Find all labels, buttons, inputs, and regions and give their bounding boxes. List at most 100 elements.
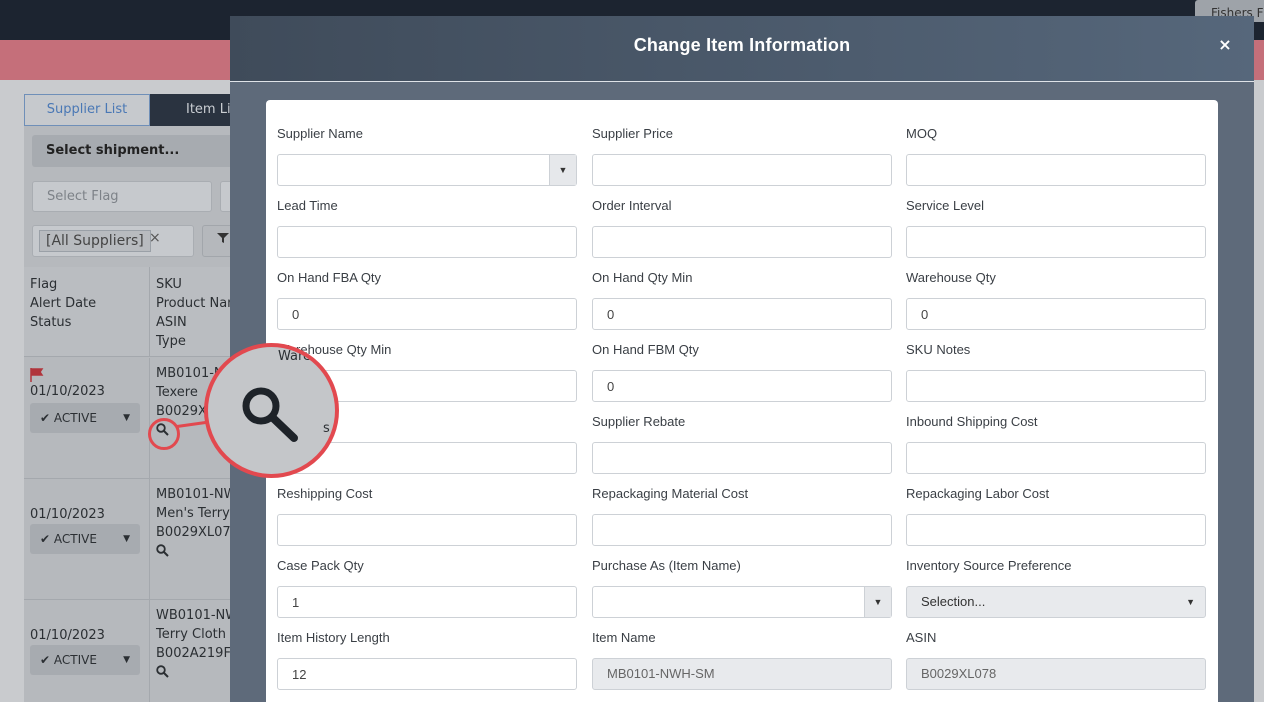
sku-text: MB0101-NWH	[156, 487, 244, 502]
reshipping-cost-input[interactable]	[277, 514, 577, 546]
field-lead-time: Lead Time	[277, 196, 577, 258]
select-shipment-dropdown[interactable]: Select shipment...	[32, 135, 242, 167]
inventory-source-preference-select-value: Selection...	[921, 594, 986, 609]
status-label: ACTIVE	[53, 532, 97, 546]
supplier-tag: [All Suppliers]	[39, 230, 151, 252]
asin-text: B002A219F	[156, 646, 231, 661]
header-status: Status	[30, 315, 72, 330]
field-on-hand-fba-qty: On Hand FBA Qty	[277, 268, 577, 330]
field-case-pack-qty: Case Pack Qty	[277, 556, 577, 618]
service-level-label: Service Level	[906, 198, 985, 213]
field-service-level: Service Level	[906, 196, 1206, 258]
order-interval-input[interactable]	[592, 226, 892, 258]
reshipping-cost-label: Reshipping Cost	[277, 486, 373, 501]
asin-text: B0029XL07	[156, 525, 231, 540]
modal-header: Change Item Information ×	[230, 16, 1254, 82]
on-hand-qty-min-input[interactable]	[592, 298, 892, 330]
field-order-interval: Order Interval	[592, 196, 892, 258]
flag-icon[interactable]	[30, 368, 44, 382]
column-header-flag[interactable]: Flag Alert Date Status	[24, 267, 150, 357]
status-dropdown[interactable]: ✔ ACTIVE ▼	[30, 645, 140, 675]
callout-partial-label: s	[323, 421, 330, 436]
tab-supplier-list[interactable]: Supplier List	[24, 94, 150, 126]
purchase-as-item-name-label: Purchase As (Item Name)	[592, 558, 741, 573]
search-icon[interactable]	[156, 544, 169, 557]
field-supplier-rebate: Supplier Rebate	[592, 412, 892, 474]
status-dropdown[interactable]: ✔ ACTIVE ▼	[30, 403, 140, 433]
field-supplier-name: Supplier Name ▼	[277, 124, 577, 186]
lead-time-label: Lead Time	[277, 198, 338, 213]
repackaging-labor-cost-input[interactable]	[906, 514, 1206, 546]
table-row[interactable]: 01/10/2023 ✔ ACTIVE ▼ WB0101-NW Terry Clo…	[24, 600, 244, 702]
item-history-length-label: Item History Length	[277, 630, 390, 645]
chevron-down-icon: ▼	[123, 655, 130, 665]
supplier-price-input[interactable]	[592, 154, 892, 186]
select-flag-input[interactable]: Select Flag	[32, 181, 212, 212]
chevron-down-icon: ▼	[123, 534, 130, 544]
row-flag-cell: 01/10/2023 ✔ ACTIVE ▼	[24, 479, 150, 600]
supplier-rebate-input[interactable]	[592, 442, 892, 474]
callout-magnifier: Warehouse Qty Min s	[204, 343, 339, 478]
asin-label: ASIN	[906, 630, 937, 645]
remove-tag-icon[interactable]: ×	[149, 230, 161, 246]
case-pack-qty-input[interactable]	[277, 586, 577, 618]
status-label: ACTIVE	[53, 653, 97, 667]
on-hand-fbm-qty-label: On Hand FBM Qty	[592, 342, 699, 357]
inventory-source-preference-label: Inventory Source Preference	[906, 558, 1072, 573]
field-supplier-price: Supplier Price	[592, 124, 892, 186]
inventory-source-preference-select[interactable]: Selection... ▼	[906, 586, 1206, 618]
warehouse-qty-label: Warehouse Qty	[906, 270, 996, 285]
field-sku-notes: SKU Notes	[906, 340, 1206, 402]
inbound-shipping-cost-label: Inbound Shipping Cost	[906, 414, 1038, 429]
item-form: Supplier Name ▼ Supplier Price MOQ Lead Time…	[266, 100, 1218, 702]
item-history-length-input[interactable]	[277, 658, 577, 690]
header-sku: SKU	[156, 277, 182, 292]
callout-highlight-ring	[148, 418, 180, 450]
field-repackaging-labor-cost: Repackaging Labor Cost	[906, 484, 1206, 546]
repackaging-labor-cost-label: Repackaging Labor Cost	[906, 486, 1050, 501]
asin-readonly-field: B0029XL078	[906, 658, 1206, 690]
supplier-name-select[interactable]: ▼	[277, 154, 577, 186]
table-row[interactable]: 01/10/2023 ✔ ACTIVE ▼ MB0101-NWH Men's Te…	[24, 479, 244, 600]
warehouse-qty-input[interactable]	[906, 298, 1206, 330]
header-alert-date: Alert Date	[30, 296, 97, 311]
change-item-modal: Change Item Information × Supplier Name ▼…	[230, 16, 1254, 702]
check-circle-icon: ✔	[40, 411, 54, 425]
status-label: ACTIVE	[53, 411, 97, 425]
item-name-readonly-field: MB0101-NWH-SM	[592, 658, 892, 690]
field-inventory-source-preference: Inventory Source Preference Selection... ▼	[906, 556, 1206, 618]
field-moq: MOQ	[906, 124, 1206, 186]
alert-date: 01/10/2023	[30, 384, 105, 399]
chevron-down-icon[interactable]: ▼	[864, 587, 891, 617]
close-icon[interactable]: ×	[1216, 36, 1234, 54]
chevron-down-icon[interactable]: ▼	[549, 155, 576, 185]
magnifier-icon	[242, 387, 298, 442]
callout-partial-label: Warehouse Qty Min	[278, 349, 336, 364]
repackaging-material-cost-label: Repackaging Material Cost	[592, 486, 749, 501]
field-warehouse-qty: Warehouse Qty	[906, 268, 1206, 330]
supplier-name-label: Supplier Name	[277, 126, 363, 141]
moq-input[interactable]	[906, 154, 1206, 186]
repackaging-material-cost-input[interactable]	[592, 514, 892, 546]
header-asin: ASIN	[156, 315, 187, 330]
on-hand-fbm-qty-input[interactable]	[592, 370, 892, 402]
service-level-input[interactable]	[906, 226, 1206, 258]
lead-time-input[interactable]	[277, 226, 577, 258]
field-reshipping-cost: Reshipping Cost	[277, 484, 577, 546]
header-product-name: Product Name	[156, 296, 244, 311]
status-dropdown[interactable]: ✔ ACTIVE ▼	[30, 524, 140, 554]
purchase-as-item-name-select[interactable]: ▼	[592, 586, 892, 618]
on-hand-fba-qty-label: On Hand FBA Qty	[277, 270, 382, 285]
filter-icon	[217, 233, 229, 243]
search-icon[interactable]	[156, 665, 169, 678]
supplier-filter[interactable]: [All Suppliers] ×	[32, 225, 194, 257]
sku-notes-input[interactable]	[906, 370, 1206, 402]
field-purchase-as-item-name: Purchase As (Item Name) ▼	[592, 556, 892, 618]
inbound-shipping-cost-input[interactable]	[906, 442, 1206, 474]
check-circle-icon: ✔	[40, 653, 54, 667]
alert-date: 01/10/2023	[30, 507, 105, 522]
field-item-history-length: Item History Length	[277, 628, 577, 690]
on-hand-fba-qty-input[interactable]	[277, 298, 577, 330]
modal-title: Change Item Information	[633, 35, 851, 55]
item-table: Flag Alert Date Status SKU Product Name …	[24, 267, 244, 702]
